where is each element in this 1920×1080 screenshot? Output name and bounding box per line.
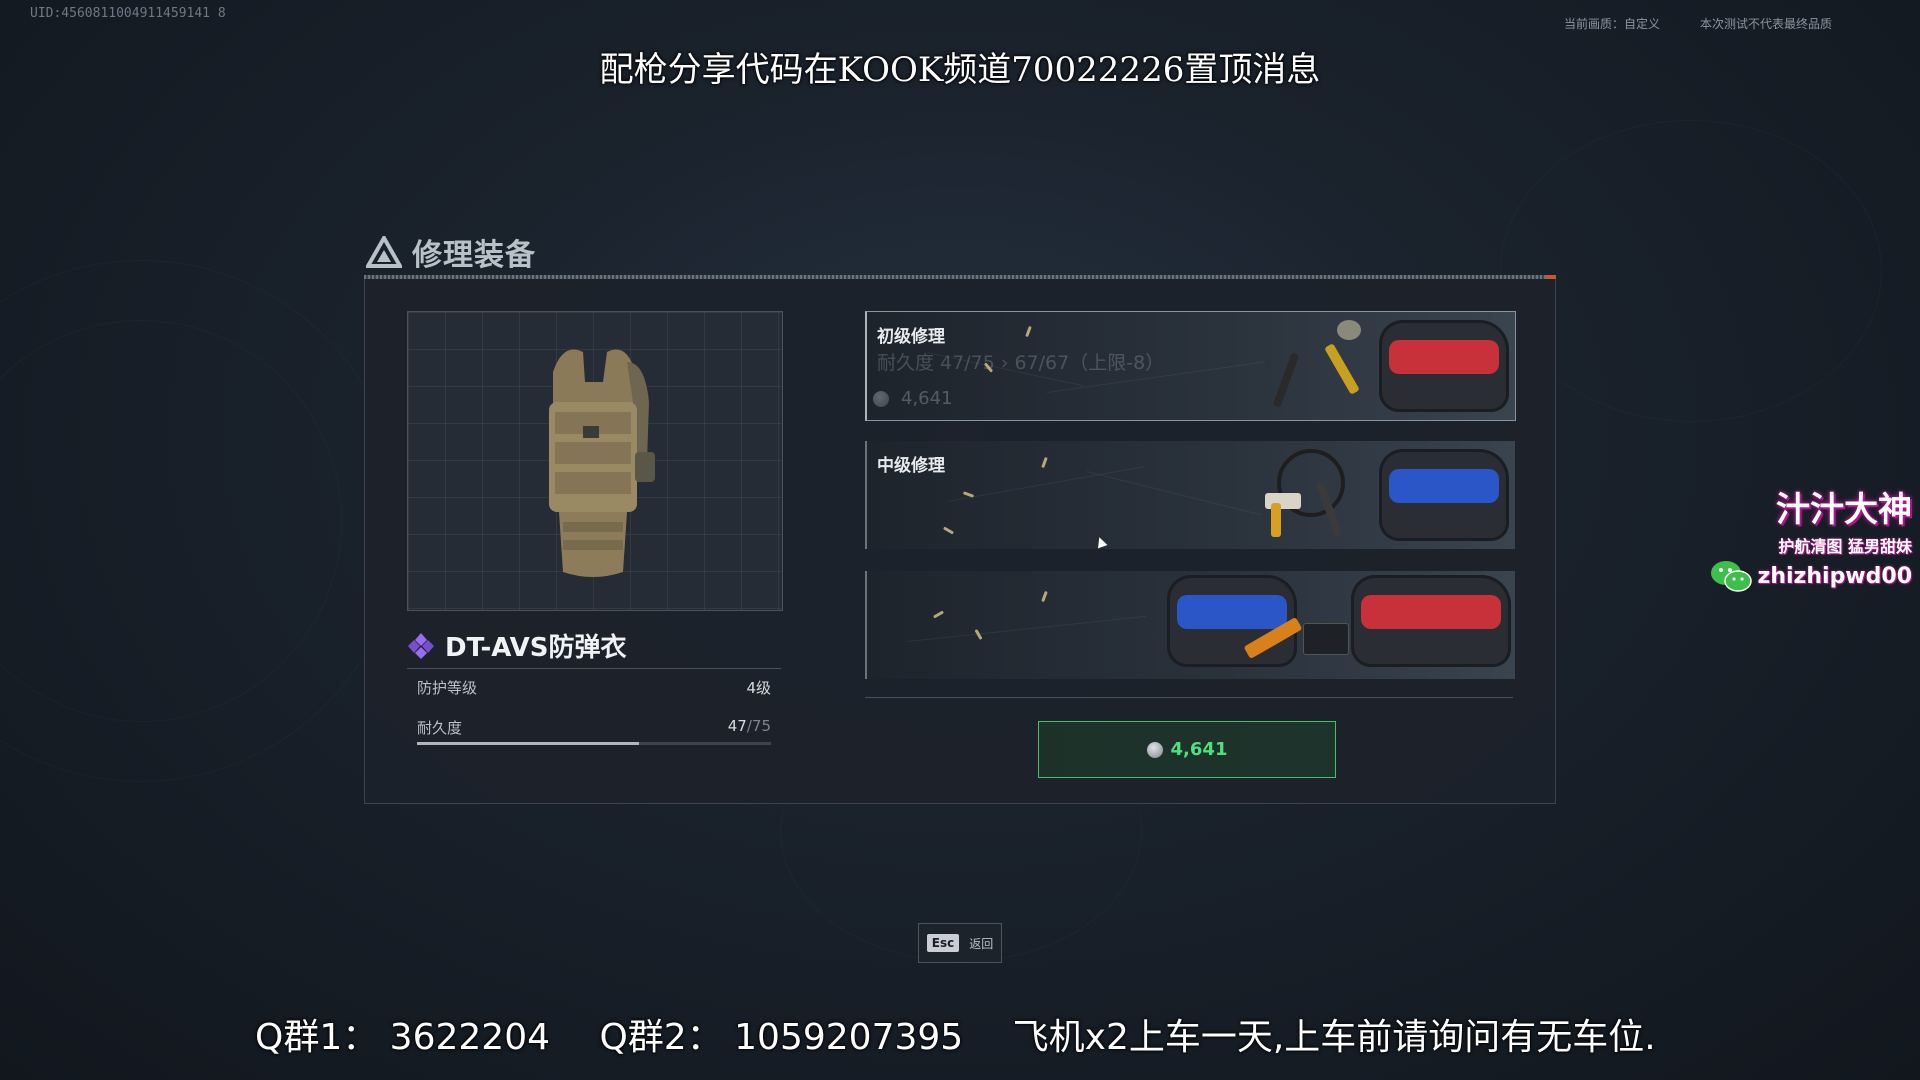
panel-header: 修理装备 xyxy=(366,230,536,274)
repair-option-detail: 耐久度 47/75 › 67/67（上限-8） xyxy=(877,352,1165,374)
item-name-row: DT-AVS防弹衣 xyxy=(407,627,627,664)
screwdriver-decoration xyxy=(1272,352,1300,408)
durability-label: 耐久度 xyxy=(417,719,463,737)
warning-triangle-icon xyxy=(366,236,402,268)
qq-group-2: Q群2： 1059207395 xyxy=(599,1017,964,1058)
repair-option-basic[interactable]: 初级修理 耐久度 47/75 › 67/67（上限-8） 4,641 xyxy=(865,311,1516,421)
item-divider xyxy=(407,668,781,669)
durability-max: /75 xyxy=(746,717,771,735)
repair-panel: DT-AVS防弹衣 防护等级 4级 耐久度 47/75 初级修理 耐久度 47/… xyxy=(364,279,1556,804)
esc-key-icon: Esc xyxy=(926,934,960,952)
streamer-name: 汁汁大神 xyxy=(1776,490,1912,530)
coin-icon xyxy=(1146,741,1163,758)
protection-label: 防护等级 xyxy=(417,679,478,697)
scratch-decoration xyxy=(906,615,1146,642)
options-divider xyxy=(865,697,1513,698)
bullet-casing-decoration xyxy=(932,610,945,619)
esc-back-button[interactable]: Esc 返回 xyxy=(918,923,1002,963)
uid-label: UID:4560811004911459141 8 xyxy=(30,6,226,21)
bullet-casing-decoration xyxy=(942,526,955,535)
hud-top-right: 当前画质：自定义 本次测试不代表最终品质 xyxy=(1564,15,1832,32)
scratch-decoration xyxy=(1086,471,1262,516)
repair-option-label: 中级修理 xyxy=(877,456,945,476)
repair-option-cost-value: 4,641 xyxy=(901,388,953,409)
bullet-casing-decoration xyxy=(1025,325,1032,338)
protection-row: 防护等级 4级 xyxy=(417,677,771,698)
disclaimer-label: 本次测试不代表最终品质 xyxy=(1699,17,1832,31)
item-preview xyxy=(407,311,783,611)
tape-decoration xyxy=(1337,320,1361,340)
qq-group-1: Q群1： 3622204 xyxy=(255,1017,551,1058)
stream-overlay-top: 配枪分享代码在KOOK频道70022226置顶消息 xyxy=(599,50,1321,90)
repair-option-intermediate[interactable]: 中级修理 xyxy=(865,441,1515,549)
knife-decoration xyxy=(1324,343,1360,395)
streamer-wechat: zhizhipwd00 xyxy=(1710,559,1912,593)
durability-row: 耐久度 47/75 xyxy=(417,717,771,738)
repair-option-label: 初级修理 xyxy=(877,327,945,347)
esc-label: 返回 xyxy=(969,936,994,951)
durability-current: 47 xyxy=(727,717,747,735)
repair-kit-blue-decoration xyxy=(1167,575,1297,667)
rarity-diamond-icon xyxy=(408,632,434,659)
streamer-tagline: 护航清图 猛男甜妹 xyxy=(1778,537,1912,556)
streamer-wechat-id: zhizhipwd00 xyxy=(1757,563,1912,589)
device-decoration xyxy=(1303,623,1349,655)
scratch-decoration xyxy=(946,466,1145,502)
topo-decoration xyxy=(1500,120,1882,422)
protection-value: 4级 xyxy=(746,679,771,697)
quality-label: 当前画质：自定义 xyxy=(1563,17,1660,31)
stream-overlay-bottom: Q群1： 3622204 Q群2： 1059207395 飞机x2上车一天,上车… xyxy=(255,1008,1694,1060)
wechat-icon xyxy=(1710,561,1752,592)
panel-title: 修理装备 xyxy=(412,238,536,273)
repair-kit-red-decoration xyxy=(1379,320,1509,412)
repair-kit-blue-decoration xyxy=(1379,449,1509,541)
stream-note: 飞机x2上车一天,上车前请询问有无车位. xyxy=(1012,1017,1656,1058)
bullet-casing-decoration xyxy=(1041,590,1048,603)
durability-value: 47/75 xyxy=(728,717,771,738)
repair-option-cost: 4,641 xyxy=(873,388,953,409)
game-screen: UID:4560811004911459141 8 当前画质：自定义 本次测试不… xyxy=(0,0,1920,1080)
bullet-casing-decoration xyxy=(1041,456,1048,469)
item-name: DT-AVS防弹衣 xyxy=(445,633,627,663)
durability-bar xyxy=(417,742,771,745)
coin-icon xyxy=(873,390,889,407)
repair-option-advanced[interactable] xyxy=(865,571,1515,679)
body-armor-image xyxy=(549,349,655,577)
confirm-cost: 4,641 xyxy=(1170,739,1228,760)
streamer-watermark: 汁汁大神 护航清图 猛男甜妹 zhizhipwd00 xyxy=(1710,482,1912,593)
repair-kit-red-decoration xyxy=(1351,575,1511,667)
tool-handle-decoration xyxy=(1271,503,1281,537)
durability-bar-fill xyxy=(417,742,639,745)
confirm-repair-button[interactable]: 4,641 xyxy=(1038,721,1336,778)
